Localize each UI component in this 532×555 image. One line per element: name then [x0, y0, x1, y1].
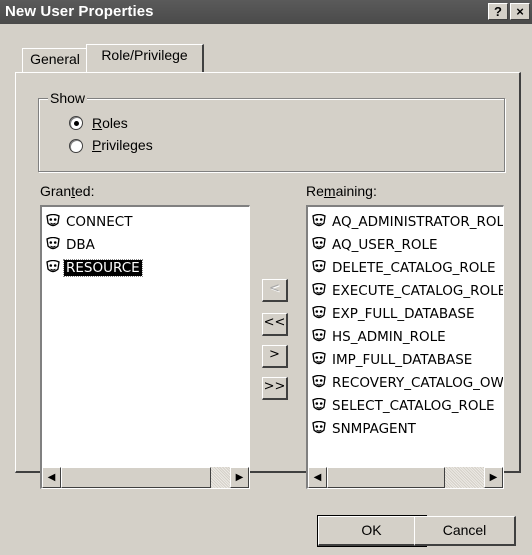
roles-mnemonic: R — [92, 115, 103, 131]
role-mask-icon — [312, 260, 326, 273]
scroll-right-button[interactable]: ▶ — [484, 467, 503, 488]
remaining-item-label: SELECT_CATALOG_ROLE — [332, 398, 495, 414]
role-mask-icon — [312, 398, 326, 411]
list-item[interactable]: DBA — [46, 234, 97, 256]
remaining-label-pre: Re — [306, 183, 324, 199]
granted-label: Granted: — [40, 183, 94, 199]
granted-item-label: RESOURCE — [63, 259, 143, 277]
list-item[interactable]: HS_ADMIN_ROLE — [312, 326, 448, 348]
list-item[interactable]: SELECT_CATALOG_ROLE — [312, 395, 497, 417]
role-mask-icon — [312, 352, 326, 365]
role-mask-icon — [312, 214, 326, 227]
privileges-mnemonic: P — [92, 137, 102, 153]
granted-hscrollbar[interactable]: ◀ ▶ — [42, 467, 249, 488]
list-item[interactable]: EXECUTE_CATALOG_ROLE — [312, 280, 504, 302]
role-mask-icon — [46, 237, 60, 250]
remaining-item-label: EXECUTE_CATALOG_ROLE — [332, 283, 504, 299]
list-item[interactable]: AQ_USER_ROLE — [312, 234, 440, 256]
privileges-radio[interactable] — [69, 139, 83, 153]
granted-item-label: CONNECT — [66, 214, 133, 230]
remaining-item-label: EXP_FULL_DATABASE — [332, 306, 475, 322]
roles-radio[interactable] — [69, 116, 83, 130]
show-groupbox: Show Roles Privileges — [38, 90, 505, 172]
remaining-label-post: aining: — [335, 183, 377, 199]
roles-label-rest: oles — [102, 115, 128, 131]
role-mask-icon — [312, 421, 326, 434]
add-all-button[interactable]: << — [262, 313, 288, 336]
list-item[interactable]: AQ_ADMINISTRATOR_ROLE — [312, 211, 504, 233]
role-mask-icon — [312, 375, 326, 388]
tab-general[interactable]: General — [22, 48, 88, 72]
cancel-button[interactable]: Cancel — [414, 516, 516, 546]
ok-button[interactable]: OK — [317, 515, 427, 547]
remaining-item-label: IMP_FULL_DATABASE — [332, 352, 473, 368]
list-item[interactable]: IMP_FULL_DATABASE — [312, 349, 474, 371]
tab-role-privilege-label: Role/Privilege — [101, 47, 188, 63]
scroll-left-button[interactable]: ◀ — [308, 467, 327, 488]
show-group-label: Show — [48, 90, 88, 106]
remaining-item-label: RECOVERY_CATALOG_OWNER — [332, 375, 504, 391]
title-bar[interactable]: New User Properties ? × — [0, 0, 532, 24]
list-item[interactable]: EXP_FULL_DATABASE — [312, 303, 476, 325]
role-mask-icon — [312, 283, 326, 296]
remaining-label: Remaining: — [306, 183, 377, 199]
help-button[interactable]: ? — [488, 3, 508, 20]
remaining-label-mnemonic: m — [323, 183, 336, 199]
close-button[interactable]: × — [510, 3, 530, 20]
privileges-label-rest: rivileges — [101, 137, 153, 153]
role-mask-icon — [46, 260, 60, 273]
roles-radio-label[interactable]: Roles — [92, 115, 128, 131]
list-item[interactable]: CONNECT — [46, 211, 134, 233]
remaining-item-label: DELETE_CATALOG_ROLE — [332, 260, 496, 276]
role-mask-icon — [312, 329, 326, 342]
remaining-listbox[interactable]: AQ_ADMINISTRATOR_ROLE AQ_USER_ROLE DELET… — [306, 205, 504, 489]
role-mask-icon — [46, 214, 60, 227]
scroll-left-button[interactable]: ◀ — [42, 467, 61, 488]
granted-label-post: ed: — [75, 183, 95, 199]
remaining-hscrollbar[interactable]: ◀ ▶ — [308, 467, 503, 488]
list-item[interactable]: SNMPAGENT — [312, 418, 418, 440]
scroll-thumb[interactable] — [61, 467, 211, 488]
remaining-item-label: SNMPAGENT — [332, 421, 416, 437]
add-selected-button[interactable]: < — [262, 279, 288, 302]
role-mask-icon — [312, 306, 326, 319]
tab-general-label: General — [30, 51, 80, 67]
scroll-thumb[interactable] — [327, 467, 445, 488]
remaining-item-label: AQ_USER_ROLE — [332, 237, 438, 253]
list-item[interactable]: DELETE_CATALOG_ROLE — [312, 257, 497, 279]
remaining-item-label: HS_ADMIN_ROLE — [332, 329, 446, 345]
remove-selected-button[interactable]: > — [262, 345, 288, 368]
list-item[interactable]: RECOVERY_CATALOG_OWNER — [312, 372, 504, 394]
remove-all-button[interactable]: >> — [262, 377, 288, 400]
granted-item-label: DBA — [66, 237, 95, 253]
tab-role-privilege[interactable]: Role/Privilege — [86, 44, 204, 72]
scroll-right-button[interactable]: ▶ — [230, 467, 249, 488]
list-item-selected[interactable]: RESOURCE — [46, 257, 143, 279]
privileges-radio-label[interactable]: Privileges — [92, 137, 153, 153]
window-title: New User Properties — [5, 3, 154, 20]
role-mask-icon — [312, 237, 326, 250]
granted-listbox[interactable]: CONNECT DBA RESOURCE ◀ ▶ — [40, 205, 250, 489]
remaining-item-label: AQ_ADMINISTRATOR_ROLE — [332, 214, 504, 230]
roles-radio-dot — [74, 121, 79, 126]
granted-label-pre: Gran — [40, 183, 72, 199]
